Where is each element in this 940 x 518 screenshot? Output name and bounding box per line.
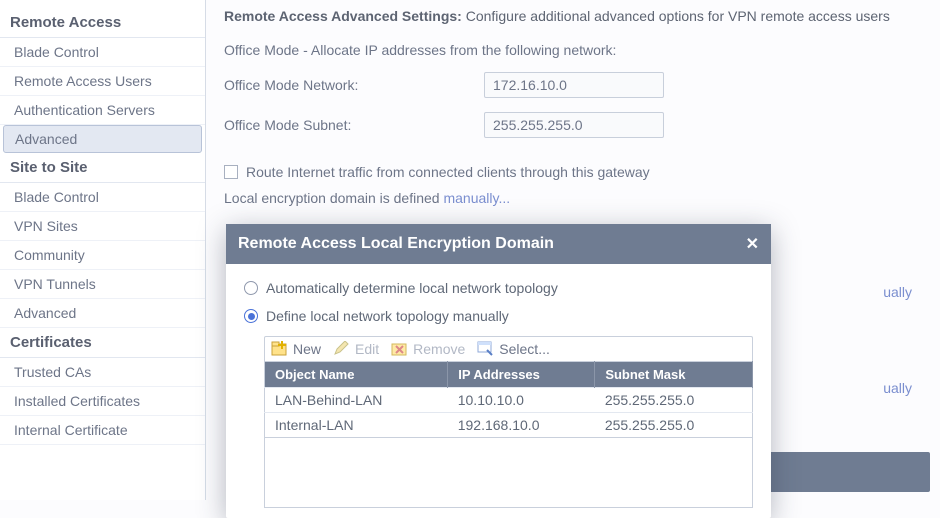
encryption-domain-text: Local encryption domain is defined manua… [224,190,922,206]
close-icon[interactable]: ✕ [746,234,759,254]
office-subnet-label: Office Mode Subnet: [224,117,484,133]
column-header[interactable]: Subnet Mask [595,362,753,388]
radio-manual[interactable] [244,309,258,323]
route-traffic-checkbox[interactable] [224,165,238,179]
office-subnet-input[interactable] [484,112,664,138]
route-traffic-label: Route Internet traffic from connected cl… [246,164,650,180]
pencil-icon [333,341,351,357]
sidebar-item-vpn-tunnels[interactable]: VPN Tunnels [0,270,205,299]
select-icon [477,341,495,357]
sidebar-item-internal-certificate[interactable]: Internal Certificate [0,416,205,445]
sidebar-heading: Certificates [0,328,205,358]
sidebar-item-trusted-cas[interactable]: Trusted CAs [0,358,205,387]
new-icon [271,341,289,357]
sidebar-heading: Site to Site [0,153,205,183]
sidebar-item-community[interactable]: Community [0,241,205,270]
objects-table: Object NameIP AddressesSubnet Mask LAN-B… [264,361,753,438]
radio-auto-label: Automatically determine local network to… [266,280,558,296]
new-button[interactable]: New [271,341,321,357]
sidebar-item-authentication-servers[interactable]: Authentication Servers [0,96,205,125]
encryption-domain-dialog: Remote Access Local Encryption Domain ✕ … [226,224,771,518]
office-network-input[interactable] [484,72,664,98]
sidebar-item-blade-control[interactable]: Blade Control [0,183,205,212]
column-header[interactable]: Object Name [265,362,448,388]
office-mode-heading: Office Mode - Allocate IP addresses from… [224,42,922,58]
page-title: Remote Access Advanced Settings: Configu… [224,8,922,24]
sidebar-item-vpn-sites[interactable]: VPN Sites [0,212,205,241]
remove-button: Remove [391,341,465,357]
sidebar-item-advanced[interactable]: Advanced [0,299,205,328]
office-network-label: Office Mode Network: [224,77,484,93]
select-button[interactable]: Select... [477,341,550,357]
table-row[interactable]: Internal-LAN192.168.10.0255.255.255.0 [265,413,753,438]
table-row[interactable]: LAN-Behind-LAN10.10.10.0255.255.255.0 [265,388,753,413]
edit-button: Edit [333,341,379,357]
ghost-link-1[interactable]: ually [883,284,912,300]
radio-manual-label: Define local network topology manually [266,308,509,324]
encryption-manually-link[interactable]: manually... [443,190,510,206]
dialog-title: Remote Access Local Encryption Domain [238,235,554,253]
remove-icon [391,341,409,357]
table-toolbar: New Edit Remove [264,336,753,361]
sidebar-item-remote-access-users[interactable]: Remote Access Users [0,67,205,96]
radio-auto[interactable] [244,281,258,295]
ghost-link-2[interactable]: ually [883,380,912,396]
column-header[interactable]: IP Addresses [448,362,595,388]
sidebar-item-advanced[interactable]: Advanced [3,125,202,153]
sidebar-heading: Remote Access [0,8,205,38]
sidebar: Remote AccessBlade ControlRemote Access … [0,0,206,500]
sidebar-item-installed-certificates[interactable]: Installed Certificates [0,387,205,416]
sidebar-item-blade-control[interactable]: Blade Control [0,38,205,67]
